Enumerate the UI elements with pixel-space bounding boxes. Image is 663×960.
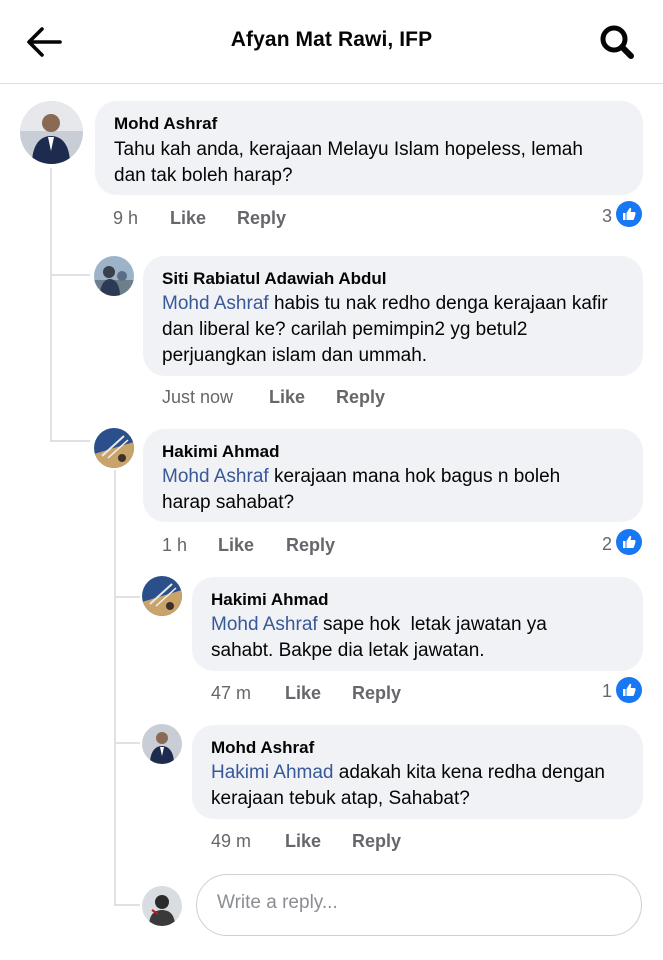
comment-time: 47 m xyxy=(211,683,252,703)
mention-link[interactable]: Mohd Ashraf xyxy=(211,614,318,635)
thread-line xyxy=(50,274,90,276)
thread-line xyxy=(50,168,52,440)
reply-button[interactable]: Reply xyxy=(286,535,335,556)
comment-bubble[interactable]: Mohd Ashraf Tahu kah anda, kerajaan Mela… xyxy=(95,101,643,195)
comment-bubble[interactable]: Hakimi Ahmad Mohd Ashraf sape hok letak … xyxy=(192,577,643,671)
avatar[interactable] xyxy=(94,428,134,468)
reaction-count[interactable]: 1 xyxy=(592,681,612,702)
comment-text: Mohd Ashraf habis tu nak redho denga ker… xyxy=(162,291,624,369)
mention-link[interactable]: Mohd Ashraf xyxy=(162,466,269,487)
like-reaction-icon xyxy=(616,201,642,227)
comment-text: Mohd Ashraf sape hok letak jawatan ya sa… xyxy=(211,612,591,664)
comment-time: 49 m xyxy=(211,831,252,851)
mention-link[interactable]: Hakimi Ahmad xyxy=(211,762,334,783)
comment-author[interactable]: Siti Rabiatul Adawiah Abdul xyxy=(162,269,386,289)
comment-author[interactable]: Hakimi Ahmad xyxy=(211,590,328,610)
comment-author[interactable]: Mohd Ashraf xyxy=(114,114,217,134)
like-button[interactable]: Like xyxy=(269,387,305,408)
comment-bubble[interactable]: Siti Rabiatul Adawiah Abdul Mohd Ashraf … xyxy=(143,256,643,376)
avatar[interactable] xyxy=(142,724,182,764)
comment-text: Mohd Ashraf kerajaan mana hok bagus n bo… xyxy=(162,464,602,516)
thread-line xyxy=(114,596,140,598)
avatar[interactable] xyxy=(94,256,134,296)
like-button[interactable]: Like xyxy=(285,831,321,852)
comment-bubble[interactable]: Mohd Ashraf Hakimi Ahmad adakah kita ken… xyxy=(192,725,643,819)
thread-line xyxy=(114,470,116,906)
reply-button[interactable]: Reply xyxy=(352,683,401,704)
like-reaction-icon xyxy=(616,677,642,703)
avatar[interactable] xyxy=(142,576,182,616)
comment-author[interactable]: Hakimi Ahmad xyxy=(162,442,279,462)
comment-text: Hakimi Ahmad adakah kita kena redha deng… xyxy=(211,760,636,812)
comment-time: 9 h xyxy=(113,208,139,228)
comment-thread: Mohd Ashraf Tahu kah anda, kerajaan Mela… xyxy=(0,0,663,960)
mention-link[interactable]: Mohd Ashraf xyxy=(162,293,269,314)
comment-text: Tahu kah anda, kerajaan Melayu Islam hop… xyxy=(114,139,583,186)
comment-author[interactable]: Mohd Ashraf xyxy=(211,738,314,758)
reply-button[interactable]: Reply xyxy=(237,208,286,229)
reaction-count[interactable]: 2 xyxy=(592,534,612,555)
reply-button[interactable]: Reply xyxy=(352,831,401,852)
reply-button[interactable]: Reply xyxy=(336,387,385,408)
comment-bubble[interactable]: Hakimi Ahmad Mohd Ashraf kerajaan mana h… xyxy=(143,429,643,522)
thread-line xyxy=(114,904,140,906)
reply-composer[interactable] xyxy=(196,874,642,936)
reaction-count[interactable]: 3 xyxy=(592,206,612,227)
like-button[interactable]: Like xyxy=(218,535,254,556)
like-button[interactable]: Like xyxy=(170,208,206,229)
like-button[interactable]: Like xyxy=(285,683,321,704)
avatar[interactable] xyxy=(20,101,83,164)
reply-input[interactable] xyxy=(217,892,617,914)
like-reaction-icon xyxy=(616,529,642,555)
comment-time: Just now xyxy=(162,387,234,407)
thread-line xyxy=(50,440,90,442)
thread-line xyxy=(114,742,140,744)
current-user-avatar xyxy=(142,886,182,926)
comment-time: 1 h xyxy=(162,535,188,555)
